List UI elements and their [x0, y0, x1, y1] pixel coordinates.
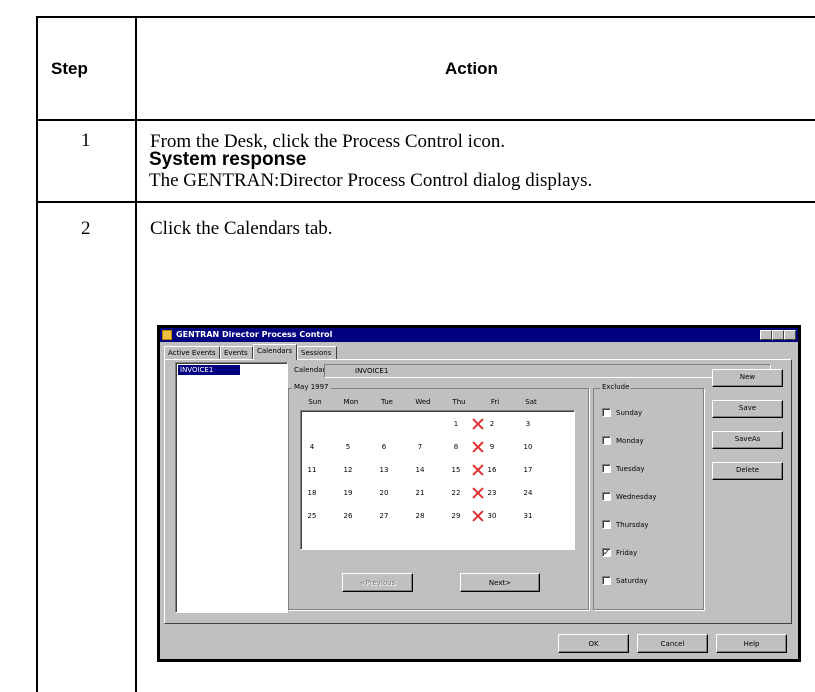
exclude-sunday-checkbox[interactable] — [602, 408, 611, 417]
exclude-saturday-checkbox[interactable] — [602, 576, 611, 585]
excluded-day-x-icon — [471, 510, 485, 522]
exclude-wednesday-checkbox[interactable] — [602, 492, 611, 501]
excluded-day-x-icon — [471, 464, 485, 476]
help-button[interactable]: Help — [716, 634, 787, 653]
calendar-day[interactable]: 29 — [446, 511, 466, 521]
system-response-heading: System response — [149, 149, 307, 170]
calendar-day[interactable]: 26 — [338, 511, 358, 521]
action-column-header: Action — [445, 59, 498, 78]
dialog-title: GENTRAN Director Process Control — [176, 330, 333, 339]
calendar-day[interactable]: 23 — [482, 488, 502, 498]
calendar-day[interactable]: 18 — [302, 488, 322, 498]
step-2-action: Click the Calendars tab. — [150, 218, 333, 239]
process-control-dialog-screenshot: GENTRAN Director Process Control Active … — [157, 325, 801, 662]
exclude-tuesday-label: Tuesday — [616, 465, 645, 473]
calendar-day[interactable]: 17 — [518, 465, 538, 475]
maximize-icon[interactable] — [772, 330, 784, 340]
app-icon — [162, 330, 172, 340]
exclude-sunday-label: Sunday — [616, 409, 643, 417]
exclude-saturday-label: Saturday — [616, 577, 648, 585]
calendar-day[interactable]: 8 — [446, 442, 466, 452]
day-header: Mon — [343, 398, 359, 406]
day-header: Sat — [525, 398, 537, 406]
calendar-day[interactable]: 16 — [482, 465, 502, 475]
save-button[interactable]: Save — [712, 400, 783, 418]
day-header: Tue — [381, 398, 393, 406]
close-icon[interactable] — [784, 330, 796, 340]
calendar-day[interactable]: 19 — [338, 488, 358, 498]
calendar-day[interactable]: 5 — [338, 442, 358, 452]
calendar-name-field: INVOICE1 — [324, 364, 771, 378]
day-header: Fri — [490, 398, 500, 406]
calendar-day[interactable]: 12 — [338, 465, 358, 475]
calendar-day[interactable]: 7 — [410, 442, 430, 452]
tab-calendars[interactable]: Calendars — [253, 344, 297, 360]
step-number-1: 1 — [81, 130, 91, 151]
calendar-day[interactable]: 11 — [302, 465, 322, 475]
exclude-monday-checkbox[interactable] — [602, 436, 611, 445]
exclude-friday-checkbox[interactable]: ✓ — [602, 548, 611, 557]
exclude-wednesday-label: Wednesday — [616, 493, 657, 501]
calendar-day[interactable]: 2 — [482, 419, 502, 429]
table-left-border — [36, 16, 38, 692]
previous-month-button[interactable]: <Previous — [342, 573, 413, 592]
exclude-thursday-label: Thursday — [616, 521, 649, 529]
calendar-grid[interactable]: 1 2 3 4 5 6 7 8 9 10 11 12 13 14 15 16 1… — [300, 410, 575, 550]
save-as-button[interactable]: SaveAs — [712, 431, 783, 449]
calendar-day[interactable]: 22 — [446, 488, 466, 498]
calendar-day[interactable]: 15 — [446, 465, 466, 475]
table-column-divider — [135, 16, 137, 692]
calendar-day[interactable]: 27 — [374, 511, 394, 521]
exclude-label: Exclude — [600, 383, 632, 392]
exclude-monday-label: Monday — [616, 437, 644, 445]
table-header-rule — [36, 119, 815, 121]
calendar-name-value: INVOICE1 — [355, 367, 389, 375]
day-header: Thu — [452, 398, 466, 406]
table-top-border — [36, 16, 815, 18]
day-header: Sun — [308, 398, 322, 406]
dialog-titlebar: GENTRAN Director Process Control — [160, 328, 798, 342]
calendar-day[interactable]: 31 — [518, 511, 538, 521]
calendar-day[interactable]: 28 — [410, 511, 430, 521]
calendar-day[interactable]: 9 — [482, 442, 502, 452]
exclude-friday-label: Friday — [616, 549, 638, 557]
system-response-text: The GENTRAN:Director Process Control dia… — [149, 170, 593, 191]
excluded-day-x-icon — [471, 441, 485, 453]
calendar-day[interactable]: 3 — [518, 419, 538, 429]
minimize-icon[interactable] — [760, 330, 772, 340]
exclude-tuesday-checkbox[interactable] — [602, 464, 611, 473]
calendar-day[interactable]: 20 — [374, 488, 394, 498]
calendar-day[interactable]: 13 — [374, 465, 394, 475]
excluded-day-x-icon — [471, 418, 485, 430]
calendar-day[interactable]: 21 — [410, 488, 430, 498]
calendar-day[interactable]: 24 — [518, 488, 538, 498]
calendar-day[interactable]: 14 — [410, 465, 430, 475]
cancel-button[interactable]: Cancel — [637, 634, 708, 653]
calendar-day[interactable]: 6 — [374, 442, 394, 452]
day-header: Wed — [415, 398, 431, 406]
calendar-field-label: Calendar — [294, 366, 326, 374]
new-button[interactable]: New — [712, 369, 783, 387]
step-number-2: 2 — [81, 218, 91, 239]
delete-button[interactable]: Delete — [712, 462, 783, 480]
excluded-day-x-icon — [471, 487, 485, 499]
calendar-day[interactable]: 4 — [302, 442, 322, 452]
tab-sessions[interactable]: Sessions — [297, 346, 337, 359]
calendar-day[interactable]: 25 — [302, 511, 322, 521]
table-row-rule — [36, 201, 815, 203]
calendar-list[interactable]: INVOICE1 — [175, 362, 288, 613]
calendar-day[interactable]: 10 — [518, 442, 538, 452]
exclude-thursday-checkbox[interactable] — [602, 520, 611, 529]
tab-active-events[interactable]: Active Events — [164, 346, 220, 359]
ok-button[interactable]: OK — [558, 634, 629, 653]
calendar-list-item[interactable]: INVOICE1 — [178, 365, 240, 375]
calendar-day[interactable]: 1 — [446, 419, 466, 429]
calendar-day[interactable]: 30 — [482, 511, 502, 521]
tab-events[interactable]: Events — [220, 346, 253, 359]
dialog-body: GENTRAN Director Process Control Active … — [160, 328, 798, 659]
next-month-button[interactable]: Next> — [460, 573, 540, 592]
step-column-header: Step — [51, 59, 88, 78]
month-label: May 1997 — [292, 383, 331, 392]
